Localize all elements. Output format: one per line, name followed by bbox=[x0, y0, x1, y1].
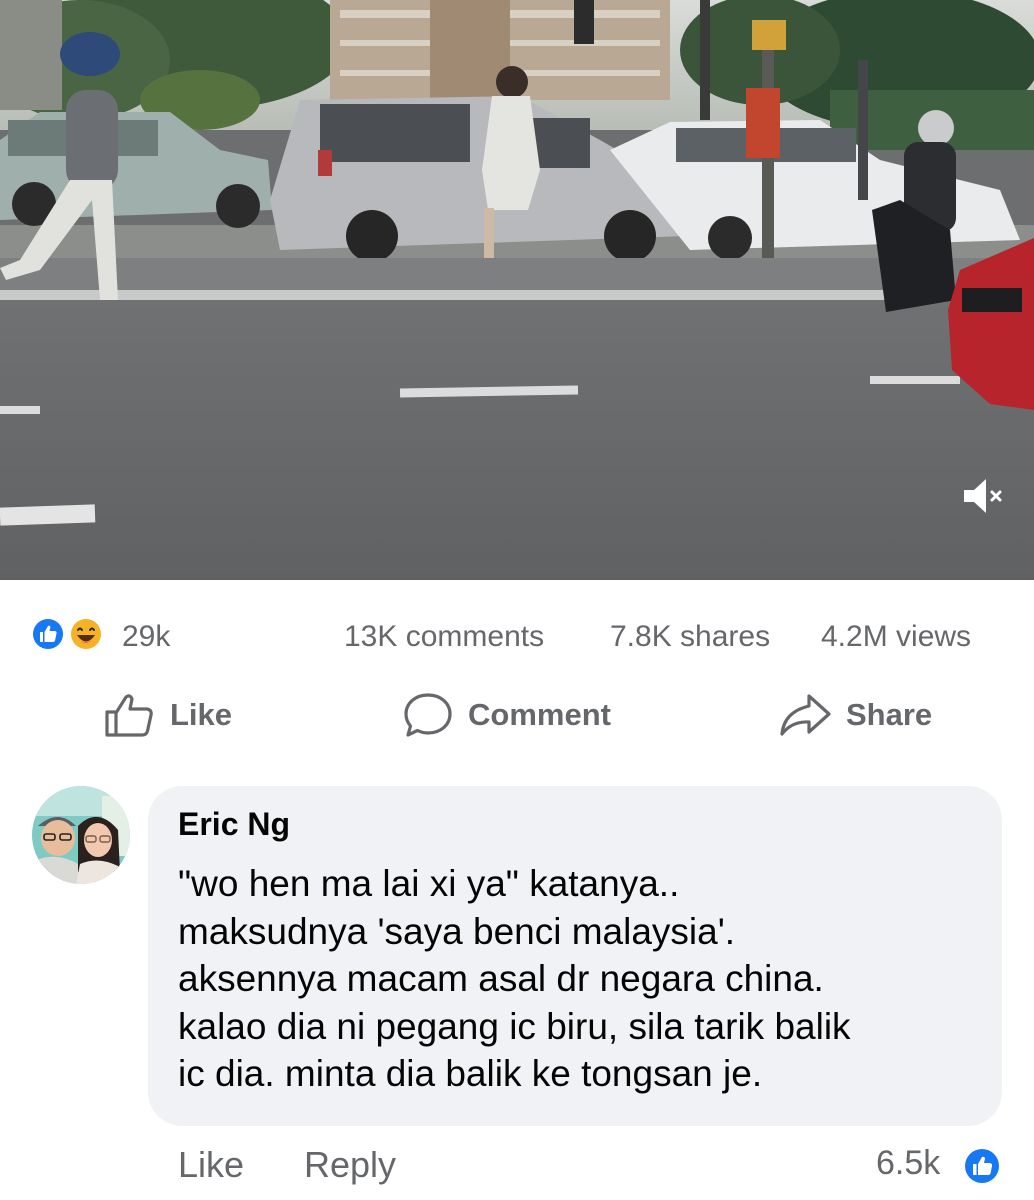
like-reaction-icon bbox=[963, 1147, 1001, 1185]
comment-reply-button[interactable]: Reply bbox=[304, 1144, 396, 1186]
profile-photo bbox=[32, 786, 130, 884]
comment-author[interactable]: Eric Ng bbox=[178, 806, 290, 843]
reactions-summary[interactable]: 29k bbox=[30, 614, 190, 654]
comment-reaction-count[interactable]: 6.5k bbox=[876, 1144, 940, 1183]
comment-line: kalao dia ni pegang ic biru, sila tarik … bbox=[178, 1005, 851, 1047]
haha-reaction-icon bbox=[69, 617, 103, 651]
comments-count[interactable]: 13K comments bbox=[344, 620, 544, 654]
comment-line: "wo hen ma lai xi ya" katanya.. bbox=[178, 863, 680, 904]
comment-line: maksudnya 'saya benci malaysia'. bbox=[178, 910, 736, 952]
reaction-count: 29k bbox=[122, 620, 171, 653]
mute-toggle-button[interactable] bbox=[960, 472, 1008, 520]
speaker-muted-icon bbox=[964, 479, 1002, 513]
avatar[interactable] bbox=[32, 786, 130, 884]
comment-like-button[interactable]: Like bbox=[178, 1144, 244, 1186]
share-label: Share bbox=[846, 697, 933, 732]
views-count: 4.2M views bbox=[821, 620, 972, 653]
post-action-bar: Like Comment Share bbox=[0, 682, 1034, 748]
comment-line: aksennya macam asal dr negara china. bbox=[178, 958, 824, 999]
comment-button[interactable]: Comment bbox=[402, 682, 611, 748]
video-frame bbox=[0, 0, 1034, 580]
comment-line: ic dia. minta dia balik ke tongsan je. bbox=[178, 1053, 763, 1094]
shares-count[interactable]: 7.8K shares bbox=[610, 620, 770, 654]
like-label: Like bbox=[170, 697, 233, 732]
post-stats-bar: 29k 13K comments 7.8K shares 4.2M views bbox=[0, 608, 1034, 660]
thumbs-up-icon bbox=[105, 694, 153, 737]
comment-bubble-icon bbox=[404, 693, 452, 737]
comment-label: Comment bbox=[468, 697, 611, 732]
share-button[interactable]: Share bbox=[778, 682, 932, 748]
comment-text: "wo hen ma lai xi ya" katanya.. maksudny… bbox=[178, 860, 851, 1098]
share-arrow-icon bbox=[780, 694, 831, 736]
comment-bubble[interactable]: Eric Ng "wo hen ma lai xi ya" katanya.. … bbox=[148, 786, 1002, 1126]
comment-footer: Like Reply 6.5k bbox=[0, 1138, 1034, 1194]
like-reaction-icon bbox=[31, 617, 65, 651]
video-player[interactable] bbox=[0, 0, 1034, 580]
like-button[interactable]: Like bbox=[104, 682, 232, 748]
